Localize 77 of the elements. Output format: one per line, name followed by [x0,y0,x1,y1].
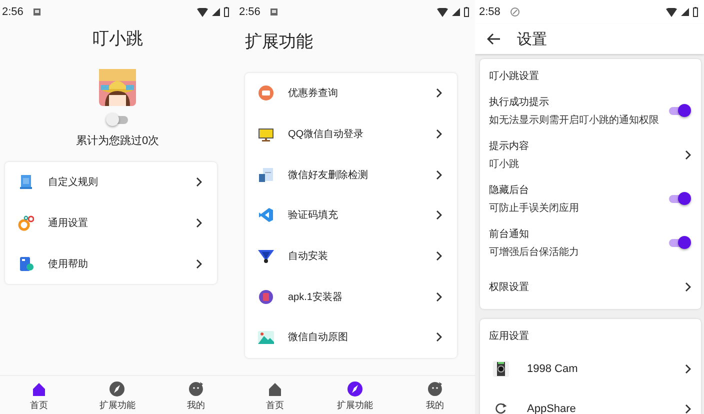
nav-tab[interactable]: 首页 [255,378,295,412]
image-icon [258,329,274,346]
nav-tab[interactable]: 扩展功能 [335,378,375,412]
list-item[interactable]: QQ微信自动登录 [245,114,457,154]
list-item[interactable]: 验证码填充 [245,195,457,236]
signal-icon [212,8,220,16]
counter-text: 累计为您跳过0次 [74,134,160,148]
section-title: 应用设置 [488,330,530,344]
list-item[interactable]: 自动安装 [245,236,457,276]
chevron-icon [436,292,442,302]
compass-icon [347,380,363,396]
chevron-icon [436,332,442,342]
settings-item[interactable]: 提示内容 叮小跳 [480,133,701,177]
chevron-icon [436,88,442,98]
list-item[interactable]: 微信自动原图 [245,317,457,358]
chevron-icon [436,210,442,220]
battery-icon [693,7,698,17]
home-icon [31,380,48,396]
page-title: 扩展功能 [245,31,314,52]
chevron-icon [196,258,202,269]
list-item[interactable]: 通用设置 [5,202,217,244]
toggle-switch[interactable] [106,112,130,128]
section-title: 叮小跳设置 [488,70,540,84]
settings-item[interactable]: AppShare [480,389,701,414]
page-title: 设置 [517,30,547,48]
chevron-icon [436,251,442,262]
profile-icon [427,380,443,396]
list-item[interactable]: 使用帮助 [5,243,217,284]
battery-icon [464,7,469,17]
settings-item[interactable]: 隐藏后台 可防止手误关闭应用 [480,177,701,221]
wifi-icon [437,8,448,16]
battery-icon [224,7,229,17]
chevron-icon [196,177,202,188]
chevron-icon [685,364,691,374]
settings-item[interactable]: 前台通知 可增强后台保活能力 [480,221,701,265]
status-time: 2:56 [239,6,260,18]
chevron-icon [436,170,442,180]
settings-item[interactable]: 权限设置 [480,265,701,309]
nav-tab[interactable]: 我的 [415,378,455,412]
wifi-icon [197,8,208,16]
chevron-icon [685,404,691,414]
monitor-icon [258,126,274,142]
back-icon[interactable] [487,33,501,45]
nav-tab[interactable]: 扩展功能 [97,378,138,412]
signal-icon [681,8,689,16]
chevron-icon [436,129,442,140]
app-title: 叮小跳 [91,28,144,50]
chevron-icon [685,282,691,292]
list-item[interactable]: 优惠券查询 [245,73,457,114]
status-time: 2:56 [2,6,24,18]
settings-item[interactable]: 执行成功提示 如无法显示则需开启叮小跳的通知权限 [480,89,701,133]
camera-icon [493,361,509,377]
download-icon [258,248,274,264]
toggle-switch[interactable] [667,103,691,119]
refresh-icon [493,401,509,414]
list-item[interactable]: apk.1安装器 [245,276,457,318]
notification-icon [270,8,278,16]
document-icon [258,166,274,183]
book-icon [18,174,34,190]
toggle-switch[interactable] [667,191,691,207]
chevron-icon [685,150,691,160]
signal-icon [452,8,460,16]
nav-tab[interactable]: 首页 [19,378,60,412]
settings-item[interactable]: 1998 Cam [480,349,701,389]
status-time: 2:58 [479,6,500,18]
home-icon [267,380,283,396]
compass-icon [109,380,126,396]
list-item[interactable]: 自定义规则 [5,162,217,203]
code-icon [258,207,274,224]
ticket-icon [258,85,274,102]
list-item[interactable]: 微信好友删除检测 [245,154,457,196]
chevron-icon [196,218,202,228]
profile-icon [188,380,204,396]
nav-tab[interactable]: 我的 [176,378,216,412]
wifi-icon [666,8,677,16]
toggle-switch[interactable] [667,235,691,251]
notification-icon [33,8,42,16]
